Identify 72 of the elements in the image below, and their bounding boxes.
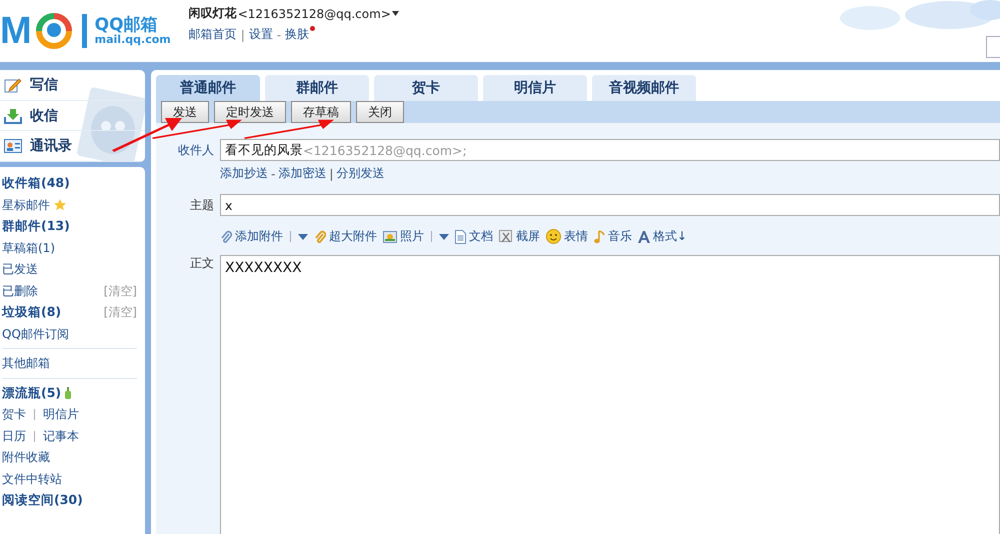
paperclip-icon — [314, 230, 326, 244]
sidebar-link[interactable]: 附件收藏 — [2, 449, 50, 466]
recipient-option-link[interactable]: 添加抄送 — [220, 165, 268, 182]
folder-link[interactable]: 已删除 — [2, 282, 38, 300]
editor-tool[interactable]: 表情 — [546, 228, 588, 245]
user-name: 闲叹灯花 — [188, 5, 237, 22]
sidebar-link[interactable]: 明信片 — [43, 406, 79, 424]
bottle-icon — [65, 387, 72, 400]
font-format-icon — [638, 230, 650, 242]
logo-ring-icon — [34, 11, 74, 51]
sidebar-link[interactable]: 记事本 — [43, 428, 79, 445]
logo-name: QQ邮箱 — [94, 16, 158, 34]
music-note-icon — [594, 230, 605, 244]
logo-url: mail.qq.com — [94, 34, 171, 46]
folder-link[interactable]: 漂流瓶(5) — [2, 384, 62, 402]
editor-tool[interactable]: 格式↓ — [638, 228, 688, 245]
paperclip-icon — [220, 230, 232, 244]
folder-link[interactable]: 阅读空间(30) — [2, 492, 83, 510]
editor-tool[interactable]: 添加附件 — [220, 228, 308, 245]
folder-link[interactable]: 已发送 — [2, 261, 38, 278]
tab[interactable]: 贺卡 — [374, 75, 478, 101]
folder-link[interactable]: 垃圾箱(8) — [2, 304, 62, 322]
field-label: 主题 — [189, 196, 214, 214]
link-separator: - — [276, 28, 282, 42]
toolbar-button[interactable]: 关闭 — [356, 101, 404, 123]
photo-icon — [383, 230, 397, 242]
editor-tool[interactable]: 照片 — [383, 228, 449, 245]
smiley-icon — [546, 229, 561, 244]
folder-link[interactable]: 收件箱(48) — [2, 175, 70, 192]
tab[interactable]: 普通邮件 — [156, 75, 260, 101]
tab[interactable]: 明信片 — [483, 75, 587, 101]
header-link[interactable]: 换肤 — [285, 26, 316, 43]
editor-tool[interactable]: 文档 — [455, 228, 493, 245]
subject-field[interactable]: x — [220, 194, 1000, 216]
contact-card-icon — [4, 139, 22, 154]
recipient-option-link[interactable]: 分别发送 — [336, 165, 384, 182]
pencil-icon — [4, 76, 22, 93]
editor-tool[interactable]: 音乐 — [594, 228, 632, 245]
document-icon — [455, 230, 466, 244]
link-separator: | — [329, 166, 334, 180]
link-separator: | — [240, 28, 245, 42]
caret-icon[interactable] — [392, 11, 399, 16]
folder-link[interactable]: 其他邮箱 — [2, 355, 50, 372]
inbox-icon — [4, 108, 22, 124]
folder-link[interactable]: 草稿箱(1) — [2, 240, 55, 257]
recipient-option-link[interactable]: 添加密送 — [278, 165, 326, 182]
tab[interactable]: 群邮件 — [265, 75, 369, 101]
folder-link[interactable]: QQ邮件订阅 — [2, 326, 69, 343]
editor-tool[interactable]: 截屏 — [499, 228, 540, 245]
body-editor[interactable]: XXXXXXXX — [220, 255, 1000, 534]
sidebar-link[interactable]: 文件中转站 — [2, 470, 62, 488]
sidebar-link[interactable]: 贺卡 — [2, 406, 26, 424]
header-link[interactable]: 邮箱首页 — [188, 26, 237, 43]
header-link[interactable]: 设置 — [248, 26, 273, 43]
dropdown-caret-icon[interactable] — [298, 234, 308, 240]
toolbar-button[interactable]: 发送 — [161, 101, 209, 123]
toolbar-button[interactable]: 定时发送 — [214, 101, 286, 123]
folder-link[interactable]: 星标邮件 — [2, 196, 50, 214]
logo-bar — [82, 14, 87, 48]
dropdown-caret-icon[interactable] — [439, 234, 449, 240]
sidebar-link[interactable]: 日历 — [2, 428, 26, 445]
tab[interactable]: 音视频邮件 — [592, 75, 696, 101]
link-separator: - — [271, 166, 276, 180]
star-icon — [54, 199, 66, 212]
folder-link[interactable]: 群邮件(13) — [2, 218, 70, 236]
field-label: 收件人 — [177, 142, 214, 158]
logo-mark: M — [0, 10, 32, 52]
field-label: 正文 — [189, 255, 214, 272]
editor-tool[interactable]: 超大附件 — [314, 228, 377, 245]
recipient-field[interactable]: 看不见的风景<1216352128@qq.com>; — [220, 139, 1000, 161]
toolbar-button[interactable]: 存草稿 — [291, 101, 351, 123]
user-email: <1216352128@qq.com> — [238, 6, 391, 20]
